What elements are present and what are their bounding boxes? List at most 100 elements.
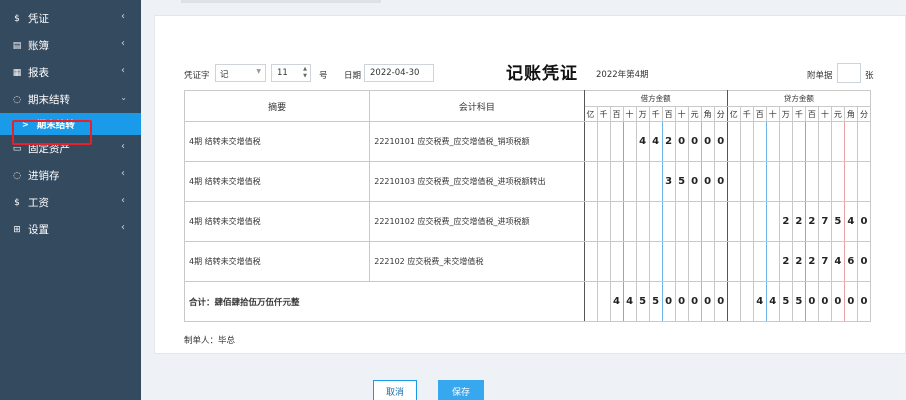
credit-digit[interactable] xyxy=(778,121,793,162)
sidebar-item-settings[interactable]: ⊞ 设置 ‹ xyxy=(0,216,141,243)
credit-digit[interactable] xyxy=(804,121,819,162)
credit-digit[interactable]: 2 xyxy=(804,201,819,242)
credit-digit[interactable] xyxy=(817,121,832,162)
credit-digit[interactable] xyxy=(856,161,872,202)
credit-digit[interactable]: 7 xyxy=(817,241,832,282)
debit-digit[interactable] xyxy=(674,241,689,282)
table-row[interactable]: 4期 结转未交增值税 22210103 应交税费_应交增值税_进项税额转出 3 5 0 0… xyxy=(183,161,872,202)
debit-digit[interactable] xyxy=(583,161,598,202)
credit-digit[interactable]: 0 xyxy=(856,201,872,242)
sidebar-item-report[interactable]: ▦ 报表 ‹ xyxy=(0,59,141,86)
debit-digit[interactable] xyxy=(713,201,728,242)
debit-digit[interactable] xyxy=(609,161,624,202)
credit-digit[interactable] xyxy=(856,121,872,162)
credit-digit[interactable] xyxy=(804,161,819,202)
debit-digit[interactable] xyxy=(700,241,715,282)
credit-digit[interactable] xyxy=(752,161,767,202)
summary-cell[interactable]: 4期 结转未交增值税 xyxy=(183,201,371,242)
debit-digit[interactable]: 3 xyxy=(661,161,676,202)
account-cell[interactable]: 222102 应交税费_未交增值税 xyxy=(369,241,585,282)
debit-digit[interactable]: 0 xyxy=(700,121,715,162)
debit-digit[interactable] xyxy=(609,201,624,242)
sidebar-item-ledger[interactable]: ▤ 账簿 ‹ xyxy=(0,32,141,59)
credit-digit[interactable]: 2 xyxy=(791,241,806,282)
debit-digit[interactable] xyxy=(713,241,728,282)
debit-digit[interactable]: 0 xyxy=(713,121,728,162)
credit-digit[interactable]: 2 xyxy=(778,241,793,282)
debit-digit[interactable] xyxy=(583,121,598,162)
credit-digit[interactable] xyxy=(739,161,754,202)
account-cell[interactable]: 22210102 应交税费_应交增值税_进项税额 xyxy=(369,201,585,242)
save-button[interactable]: 保存 xyxy=(438,380,484,400)
debit-digit[interactable]: 4 xyxy=(635,121,650,162)
debit-digit[interactable] xyxy=(635,161,650,202)
debit-digit[interactable]: 4 xyxy=(648,121,663,162)
debit-digit[interactable] xyxy=(648,241,663,282)
attach-count-input[interactable] xyxy=(837,63,861,83)
debit-digit[interactable] xyxy=(583,201,598,242)
debit-digit[interactable]: 0 xyxy=(687,161,702,202)
sidebar-item-inventory[interactable]: ◌ 进销存 ‹ xyxy=(0,162,141,189)
debit-digit[interactable] xyxy=(648,161,663,202)
debit-digit[interactable] xyxy=(635,201,650,242)
credit-digit[interactable]: 5 xyxy=(830,201,845,242)
debit-digit[interactable]: 0 xyxy=(700,161,715,202)
credit-digit[interactable]: 7 xyxy=(817,201,832,242)
credit-digit[interactable] xyxy=(791,161,806,202)
credit-digit[interactable] xyxy=(726,241,741,282)
debit-digit[interactable] xyxy=(687,201,702,242)
summary-cell[interactable]: 4期 结转未交增值税 xyxy=(183,161,371,202)
voucher-number-stepper[interactable]: 11 ▲ ▼ xyxy=(271,64,311,82)
debit-digit[interactable]: 0 xyxy=(687,121,702,162)
credit-digit[interactable]: 0 xyxy=(856,241,872,282)
debit-digit[interactable] xyxy=(674,201,689,242)
debit-digit[interactable] xyxy=(700,201,715,242)
sidebar-item-salary[interactable]: $ 工资 ‹ xyxy=(0,189,141,216)
debit-digit[interactable]: 5 xyxy=(674,161,689,202)
credit-digit[interactable] xyxy=(830,121,845,162)
credit-digit[interactable] xyxy=(765,241,780,282)
debit-digit[interactable] xyxy=(596,161,611,202)
credit-digit[interactable] xyxy=(752,121,767,162)
credit-digit[interactable] xyxy=(765,121,780,162)
credit-digit[interactable]: 2 xyxy=(791,201,806,242)
debit-digit[interactable] xyxy=(596,121,611,162)
table-row[interactable]: 4期 结转未交增值税 222102 应交税费_未交增值税 2 2 2 7 4 6 0 xyxy=(183,241,872,282)
credit-digit[interactable] xyxy=(739,201,754,242)
credit-digit[interactable] xyxy=(843,161,858,202)
credit-digit[interactable] xyxy=(739,121,754,162)
credit-digit[interactable]: 4 xyxy=(830,241,845,282)
credit-digit[interactable] xyxy=(817,161,832,202)
credit-digit[interactable] xyxy=(726,161,741,202)
credit-digit[interactable]: 2 xyxy=(804,241,819,282)
debit-digit[interactable] xyxy=(661,201,676,242)
debit-digit[interactable] xyxy=(687,241,702,282)
debit-digit[interactable] xyxy=(661,241,676,282)
voucher-date-input[interactable]: 2022-04-30 xyxy=(364,64,434,82)
debit-digit[interactable] xyxy=(622,161,637,202)
debit-digit[interactable] xyxy=(622,201,637,242)
table-row[interactable]: 4期 结转未交增值税 22210101 应交税费_应交增值税_销项税额 4 4 2 0 0 0… xyxy=(183,121,872,162)
table-row[interactable]: 4期 结转未交增值税 22210102 应交税费_应交增值税_进项税额 2 2 2 7 5 4… xyxy=(183,201,872,242)
sidebar-item-voucher[interactable]: $ 凭证 ‹ xyxy=(0,5,141,32)
debit-digit[interactable] xyxy=(609,121,624,162)
debit-digit[interactable] xyxy=(583,241,598,282)
credit-digit[interactable]: 4 xyxy=(843,201,858,242)
credit-digit[interactable] xyxy=(843,121,858,162)
credit-digit[interactable]: 2 xyxy=(778,201,793,242)
voucher-word-select[interactable]: 记 ▼ xyxy=(215,64,266,82)
debit-digit[interactable] xyxy=(596,201,611,242)
credit-digit[interactable] xyxy=(765,161,780,202)
credit-digit[interactable]: 6 xyxy=(843,241,858,282)
credit-digit[interactable] xyxy=(752,241,767,282)
debit-digit[interactable] xyxy=(596,241,611,282)
debit-digit[interactable] xyxy=(648,201,663,242)
credit-digit[interactable] xyxy=(830,161,845,202)
cancel-button[interactable]: 取消 xyxy=(373,380,417,400)
account-cell[interactable]: 22210103 应交税费_应交增值税_进项税额转出 xyxy=(369,161,585,202)
debit-digit[interactable] xyxy=(635,241,650,282)
debit-digit[interactable]: 0 xyxy=(674,121,689,162)
debit-digit[interactable] xyxy=(622,241,637,282)
credit-digit[interactable] xyxy=(726,121,741,162)
credit-digit[interactable] xyxy=(739,241,754,282)
